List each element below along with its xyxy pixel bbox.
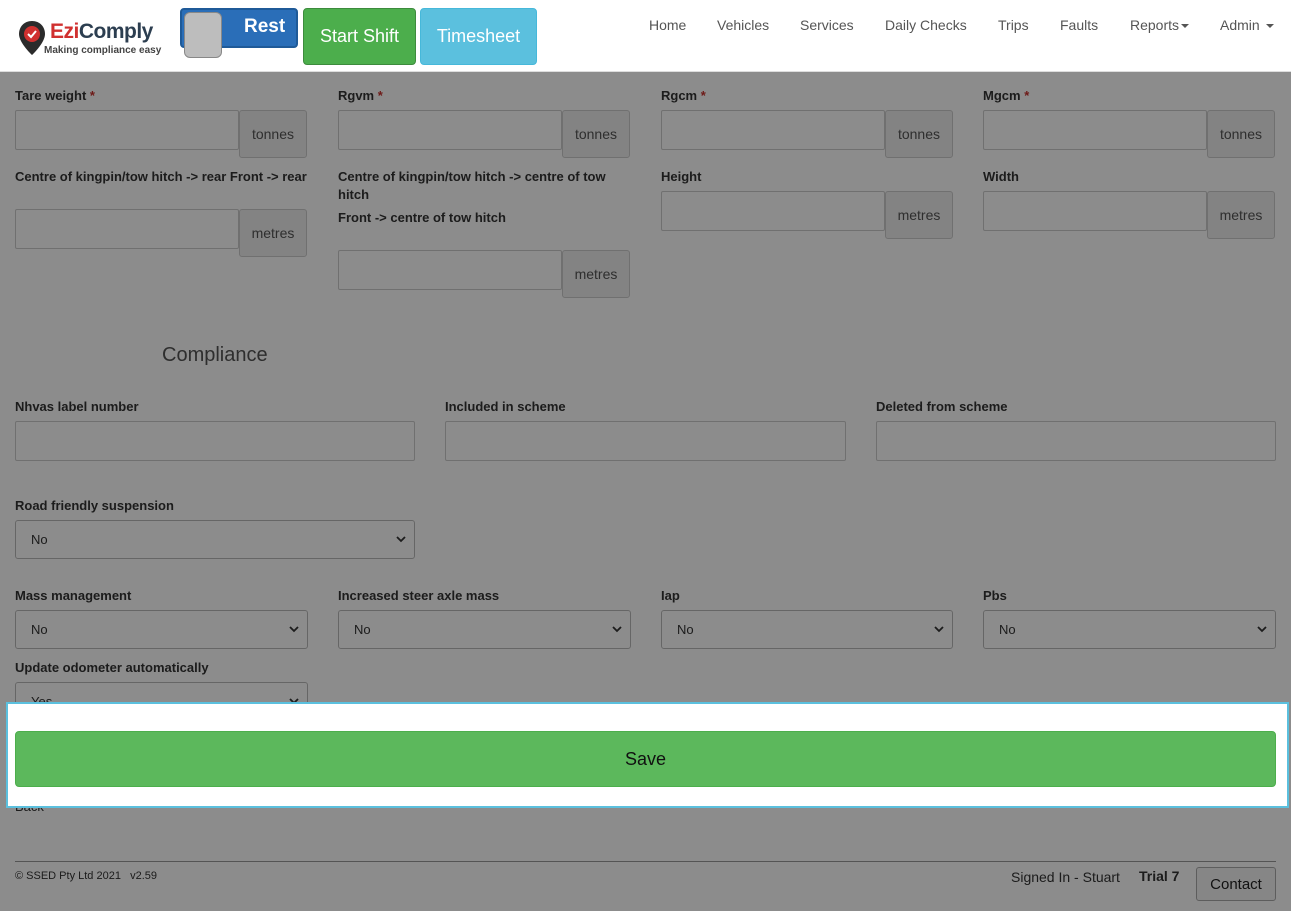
included-in-scheme-label: Included in scheme [445,399,566,414]
mass-management-value: No [31,622,48,637]
included-in-scheme-input[interactable] [445,421,846,461]
app-logo[interactable]: EziComply Making compliance easy [18,18,168,58]
kingpin-centre-sublabel: Front -> centre of tow hitch [338,210,506,225]
rgvm-input[interactable] [338,110,562,150]
rest-toggle-label: Rest [244,16,286,37]
rgcm-input[interactable] [661,110,885,150]
pbs-value: No [999,622,1016,637]
top-navbar: EziComply Making compliance easy Rest St… [0,0,1291,72]
nav-daily-checks[interactable]: Daily Checks [885,17,967,33]
contact-button[interactable]: Contact [1196,867,1276,901]
height-input[interactable] [661,191,885,231]
nav-home[interactable]: Home [649,17,686,33]
iap-select[interactable]: No [661,610,953,649]
rgvm-unit: tonnes [562,110,630,158]
brand-name: EziComply [50,20,153,43]
increased-steer-axle-mass-value: No [354,622,371,637]
nav-faults[interactable]: Faults [1060,17,1098,33]
caret-down-icon [1181,24,1190,29]
rest-toggle[interactable]: Rest [180,8,298,58]
mass-management-label: Mass management [15,588,132,603]
width-unit: metres [1207,191,1275,239]
save-button[interactable]: Save [15,731,1276,787]
iap-value: No [677,622,694,637]
chevron-down-icon [289,626,299,633]
kingpin-centre-input[interactable] [338,250,562,290]
road-friendly-suspension-label: Road friendly suspension [15,498,174,513]
brand-tagline: Making compliance easy [44,45,162,56]
tare-weight-unit: tonnes [239,110,307,158]
deleted-from-scheme-input[interactable] [876,421,1276,461]
width-label: Width [983,169,1019,184]
nav-admin-label: Admin [1220,17,1260,33]
road-friendly-suspension-select[interactable]: No [15,520,415,559]
iap-label: Iap [661,588,680,603]
nav-reports-label: Reports [1130,17,1180,33]
tare-weight-input[interactable] [15,110,239,150]
nhvas-label: Nhvas label number [15,399,139,414]
width-input[interactable] [983,191,1207,231]
rgvm-label: Rgvm * [338,88,383,103]
signed-in-status: Signed In - Stuart [1011,869,1120,885]
nav-admin[interactable]: Admin [1220,17,1274,33]
pbs-select[interactable]: No [983,610,1276,649]
chevron-down-icon [1257,626,1267,633]
nav-trips[interactable]: Trips [998,17,1029,33]
deleted-from-scheme-label: Deleted from scheme [876,399,1008,414]
increased-steer-axle-mass-select[interactable]: No [338,610,631,649]
kingpin-rear-input[interactable] [15,209,239,249]
nav-services[interactable]: Services [800,17,854,33]
mgcm-input[interactable] [983,110,1207,150]
rgcm-unit: tonnes [885,110,953,158]
location-pin-icon [19,21,45,55]
mgcm-label: Mgcm * [983,88,1030,103]
toggle-knob[interactable] [184,12,222,58]
kingpin-rear-label: Centre of kingpin/tow hitch -> rear Fron… [15,169,307,184]
chevron-down-icon [934,626,944,633]
rgcm-label: Rgcm * [661,88,706,103]
height-label: Height [661,169,702,184]
update-odometer-label: Update odometer automatically [15,660,209,675]
nav-vehicles[interactable]: Vehicles [717,17,769,33]
footer-divider [15,861,1276,862]
road-friendly-suspension-value: No [31,532,48,547]
timesheet-button[interactable]: Timesheet [420,8,537,65]
height-unit: metres [885,191,953,239]
kingpin-rear-unit: metres [239,209,307,257]
pbs-label: Pbs [983,588,1007,603]
trial-badge: Trial 7 [1139,868,1180,884]
chevron-down-icon [612,626,622,633]
chevron-down-icon [396,536,406,543]
kingpin-centre-label: Centre of kingpin/tow hitch -> centre of… [338,169,606,202]
mass-management-select[interactable]: No [15,610,308,649]
tare-weight-label: Tare weight * [15,88,95,103]
start-shift-button[interactable]: Start Shift [303,8,416,65]
nav-reports[interactable]: Reports [1130,17,1190,33]
increased-steer-axle-mass-label: Increased steer axle mass [338,588,500,603]
compliance-heading: Compliance [162,344,268,366]
footer-copyright: © SSED Pty Ltd 2021 v2.59 [15,870,158,882]
nhvas-input[interactable] [15,421,415,461]
kingpin-centre-unit: metres [562,250,630,298]
mgcm-unit: tonnes [1207,110,1275,158]
caret-down-icon [1265,24,1274,29]
